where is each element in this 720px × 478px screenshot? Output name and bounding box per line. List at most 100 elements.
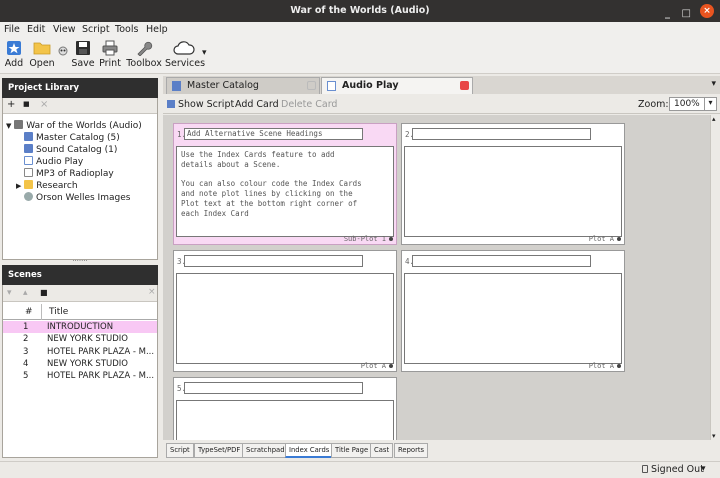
col-header-title[interactable]: Title bbox=[49, 304, 68, 320]
scene-card-button[interactable]: ■ bbox=[40, 288, 48, 297]
scene-row[interactable]: 4 NEW YORK STUDIO bbox=[3, 358, 157, 370]
scroll-down-arrow-icon[interactable]: ▾ bbox=[712, 432, 716, 440]
library-delete-button[interactable]: × bbox=[40, 99, 48, 110]
tab-master-catalog[interactable]: Master Catalog bbox=[166, 77, 320, 94]
scene-title: NEW YORK STUDIO bbox=[47, 334, 128, 345]
print-button[interactable]: Print bbox=[97, 40, 123, 69]
file-icon bbox=[24, 168, 33, 177]
tree-item-audio-play[interactable]: Audio Play bbox=[24, 156, 83, 167]
scene-num: 3 bbox=[23, 346, 29, 357]
card-heading-field[interactable] bbox=[412, 128, 591, 140]
image-icon bbox=[24, 192, 33, 201]
zoom-select[interactable]: 100% ▾ bbox=[669, 97, 717, 111]
col-header-num[interactable]: # bbox=[25, 304, 33, 320]
scene-row[interactable]: 1 INTRODUCTION bbox=[3, 321, 157, 334]
move-up-button[interactable]: ▴ bbox=[23, 288, 28, 298]
card-heading-field[interactable] bbox=[184, 382, 363, 394]
library-folder-button[interactable]: ■ bbox=[23, 100, 30, 108]
tree-item-master-catalog[interactable]: Master Catalog (5) bbox=[24, 132, 120, 143]
delete-card-button[interactable]: Delete Card bbox=[281, 99, 337, 110]
card-body-field[interactable]: Use the Index Cards feature to add detai… bbox=[176, 146, 394, 237]
tab-close-icon[interactable] bbox=[460, 81, 469, 90]
services-button[interactable]: Services bbox=[165, 40, 205, 69]
zoom-dropdown-arrow[interactable]: ▾ bbox=[704, 98, 716, 110]
print-label: Print bbox=[99, 58, 121, 69]
close-window-button[interactable]: × bbox=[700, 4, 714, 18]
card-heading-field[interactable] bbox=[184, 255, 363, 267]
services-dropdown-arrow[interactable]: ▾ bbox=[202, 48, 207, 58]
card-plot-label[interactable]: Sub-Plot 1 bbox=[344, 235, 386, 243]
folder-icon bbox=[24, 180, 34, 189]
open-button[interactable]: Open bbox=[29, 40, 55, 69]
card-body-field[interactable] bbox=[404, 146, 622, 237]
tab-reports[interactable]: Reports bbox=[394, 443, 429, 458]
open-label: Open bbox=[29, 58, 55, 69]
scene-row[interactable]: 5 HOTEL PARK PLAZA - M... bbox=[3, 370, 157, 382]
index-card[interactable]: 4. Plot A bbox=[401, 250, 625, 372]
card-plot-label[interactable]: Plot A bbox=[589, 235, 614, 243]
save-button[interactable]: Save bbox=[71, 40, 95, 69]
tree-item-sound-catalog[interactable]: Sound Catalog (1) bbox=[24, 144, 117, 155]
scroll-up-arrow-icon[interactable]: ▴ bbox=[712, 115, 716, 123]
card-body-field[interactable] bbox=[176, 273, 394, 364]
menu-help[interactable]: Help bbox=[146, 24, 168, 35]
menu-view[interactable]: View bbox=[53, 24, 76, 35]
scene-title: HOTEL PARK PLAZA - M... bbox=[47, 346, 155, 357]
card-heading-field[interactable] bbox=[412, 255, 591, 267]
add-card-button[interactable]: Add Card bbox=[235, 99, 279, 110]
tab-close-icon[interactable] bbox=[307, 81, 316, 90]
project-library-panel: + ■ × ▼ War of the Worlds (Audio) Master… bbox=[2, 98, 158, 260]
expand-arrow-icon[interactable]: ▶ bbox=[16, 182, 21, 190]
menu-file[interactable]: File bbox=[4, 24, 20, 35]
scenes-table-header: # Title bbox=[3, 304, 157, 320]
library-add-button[interactable]: + bbox=[7, 99, 15, 110]
tabs-overflow-arrow[interactable]: ▾ bbox=[711, 79, 716, 89]
tree-item-images[interactable]: Orson Welles Images bbox=[24, 192, 130, 203]
signed-out-dropdown-arrow[interactable]: ▾ bbox=[701, 464, 706, 474]
tab-typeset-pdf[interactable]: TypeSet/PDF bbox=[194, 443, 245, 458]
scene-row[interactable]: 3 HOTEL PARK PLAZA - M... bbox=[3, 346, 157, 358]
move-down-button[interactable]: ▾ bbox=[7, 288, 12, 298]
zoom-label: Zoom: bbox=[638, 99, 669, 110]
lock-icon bbox=[642, 465, 648, 473]
tab-scratchpad[interactable]: Scratchpad bbox=[242, 443, 289, 458]
owl-icon[interactable] bbox=[58, 46, 68, 56]
tab-cast[interactable]: Cast bbox=[370, 443, 394, 458]
main-toolbar: Add Open Save Print Toolbox Services ▾ bbox=[0, 38, 720, 74]
cards-vertical-scrollbar[interactable]: ▴ ▾ bbox=[710, 115, 720, 440]
printer-icon bbox=[102, 40, 118, 56]
library-title: Project Library bbox=[8, 83, 80, 93]
tab-audio-play[interactable]: Audio Play bbox=[321, 77, 473, 94]
collapse-arrow-icon[interactable]: ▼ bbox=[6, 122, 11, 130]
toolbox-button[interactable]: Toolbox bbox=[126, 40, 162, 69]
scene-delete-button[interactable]: × bbox=[148, 287, 156, 297]
menu-script[interactable]: Script bbox=[82, 24, 110, 35]
panel-splitter[interactable]: ....... bbox=[2, 256, 158, 264]
menu-tools[interactable]: Tools bbox=[115, 24, 138, 35]
index-card[interactable]: 1. Add Alternative Scene Headings Use th… bbox=[173, 123, 397, 245]
add-star-icon bbox=[7, 41, 21, 55]
card-plot-label[interactable]: Plot A bbox=[361, 362, 386, 370]
scene-num: 2 bbox=[23, 334, 29, 345]
card-plot-label[interactable]: Plot A bbox=[589, 362, 614, 370]
tab-script[interactable]: Script bbox=[166, 443, 194, 458]
tree-root[interactable]: ▼ War of the Worlds (Audio) bbox=[6, 120, 142, 131]
index-card[interactable]: 2. Plot A bbox=[401, 123, 625, 245]
index-cards-canvas: 1. Add Alternative Scene Headings Use th… bbox=[163, 115, 710, 440]
tree-item-research[interactable]: ▶ Research bbox=[16, 180, 78, 191]
scene-row[interactable]: 2 NEW YORK STUDIO bbox=[3, 333, 157, 345]
tab-title-page[interactable]: Title Page bbox=[331, 443, 373, 458]
card-body-field[interactable] bbox=[404, 273, 622, 364]
card-heading-field[interactable]: Add Alternative Scene Headings bbox=[184, 128, 363, 140]
index-card[interactable]: 5. bbox=[173, 377, 397, 440]
tab-index-cards[interactable]: Index Cards bbox=[285, 443, 334, 458]
menu-edit[interactable]: Edit bbox=[27, 24, 45, 35]
tree-root-label: War of the Worlds (Audio) bbox=[26, 121, 142, 131]
signed-out-status[interactable]: Signed Out bbox=[651, 464, 704, 475]
show-script-button[interactable]: Show Script bbox=[178, 99, 234, 110]
scenes-panel: ▾ ▴ ■ × # Title 1 INTRODUCTION 2 NEW YORK … bbox=[2, 285, 158, 458]
index-card[interactable]: 3. Plot A bbox=[173, 250, 397, 372]
card-body-field[interactable] bbox=[176, 400, 394, 440]
add-button[interactable]: Add bbox=[3, 40, 25, 69]
tree-item-mp3[interactable]: MP3 of Radioplay bbox=[24, 168, 114, 179]
